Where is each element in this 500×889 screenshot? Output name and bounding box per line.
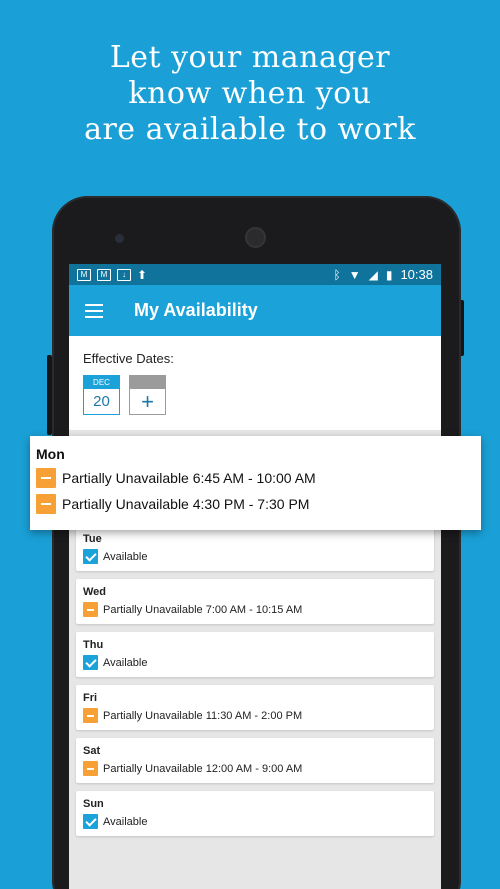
day-name: Wed	[83, 586, 107, 598]
effective-dates-label: Effective Dates:	[83, 351, 174, 366]
date-chip[interactable]: DEC 20	[83, 375, 120, 415]
add-date-button[interactable]: +	[129, 375, 166, 415]
day-status: Available	[103, 656, 148, 669]
headline-line-3: are available to work	[84, 112, 416, 147]
day-card-mon-expanded[interactable]: Mon Partially Unavailable 6:45 AM - 10:0…	[30, 436, 481, 530]
partial-minus-icon	[83, 602, 98, 617]
day-status: Partially Unavailable 4:30 PM - 7:30 PM	[62, 496, 310, 512]
available-check-icon	[83, 814, 98, 829]
signal-icon: ◢	[368, 267, 378, 282]
headline-line-2: know when you	[128, 76, 372, 111]
bluetooth-icon: ᛒ	[333, 267, 341, 282]
day-card-tue[interactable]: Tue Available	[76, 526, 434, 571]
upload-icon: ⬆	[137, 267, 148, 282]
day-card-sun[interactable]: Sun Available	[76, 791, 434, 836]
available-check-icon	[83, 549, 98, 564]
hamburger-menu-icon[interactable]	[85, 303, 103, 318]
day-status: Available	[103, 550, 148, 563]
page-title: My Availability	[134, 300, 258, 320]
partial-minus-icon	[36, 494, 56, 514]
plus-icon: +	[141, 389, 154, 414]
day-status: Available	[103, 815, 148, 828]
status-time: 10:38	[400, 267, 433, 282]
headline-line-1: Let your manager	[109, 40, 391, 75]
partial-minus-icon	[83, 761, 98, 776]
gmail-icon: M	[97, 268, 111, 281]
day-card-thu[interactable]: Thu Available	[76, 632, 434, 677]
day-card-sat[interactable]: Sat Partially Unavailable 12:00 AM - 9:0…	[76, 738, 434, 783]
day-status: Partially Unavailable 12:00 AM - 9:00 AM	[103, 762, 303, 775]
day-name: Fri	[83, 692, 98, 704]
day-status: Partially Unavailable 6:45 AM - 10:00 AM	[62, 470, 316, 486]
availability-list: Tue Available Wed Partially Unavailable …	[76, 526, 434, 844]
wifi-icon: ▼	[348, 267, 361, 282]
available-check-icon	[83, 655, 98, 670]
day-name: Tue	[83, 533, 102, 545]
day-name: Sat	[83, 745, 101, 757]
download-icon: ↓	[117, 268, 131, 281]
date-day: 20	[93, 393, 110, 410]
day-status: Partially Unavailable 7:00 AM - 10:15 AM	[103, 603, 303, 616]
day-card-wed[interactable]: Wed Partially Unavailable 7:00 AM - 10:1…	[76, 579, 434, 624]
date-month: DEC	[84, 376, 119, 389]
promo-headline: Let your manager know when you are avail…	[0, 40, 500, 148]
gmail-icon: M	[77, 268, 91, 281]
day-name: Sun	[83, 798, 104, 810]
front-camera	[115, 234, 124, 243]
earpiece-speaker	[245, 227, 266, 248]
day-status: Partially Unavailable 11:30 AM - 2:00 PM	[103, 709, 303, 722]
battery-icon: ▮	[385, 267, 393, 282]
app-bar: My Availability	[69, 285, 441, 336]
phone-screen: M M ↓ ⬆ ᛒ ▼ ◢ ▮ 10:38 My Availability Ef…	[69, 264, 441, 889]
day-name: Thu	[83, 639, 104, 651]
effective-dates-card: Effective Dates: DEC 20 +	[69, 336, 441, 430]
partial-minus-icon	[36, 468, 56, 488]
status-bar: M M ↓ ⬆ ᛒ ▼ ◢ ▮ 10:38	[69, 264, 441, 285]
day-card-fri[interactable]: Fri Partially Unavailable 11:30 AM - 2:0…	[76, 685, 434, 730]
partial-minus-icon	[83, 708, 98, 723]
day-name: Mon	[36, 446, 65, 462]
